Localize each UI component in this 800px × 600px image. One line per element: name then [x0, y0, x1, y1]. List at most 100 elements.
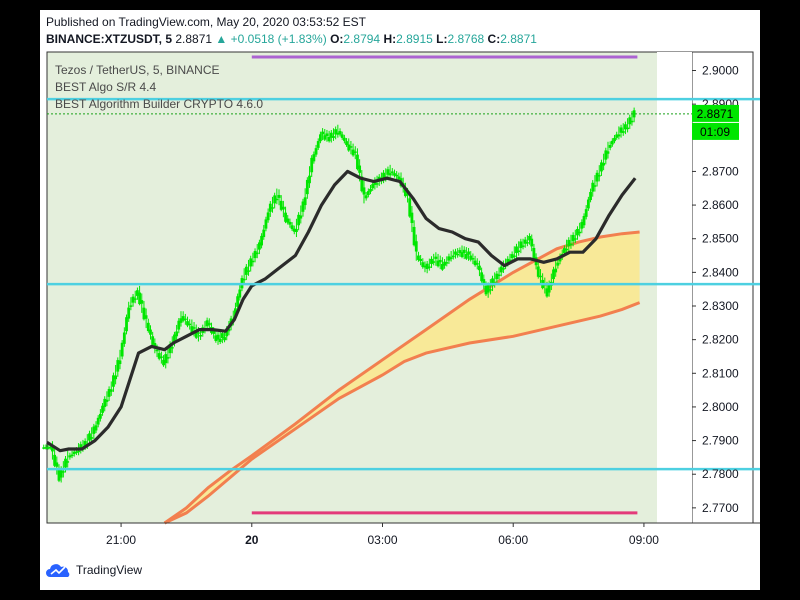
candle-body — [578, 231, 582, 234]
tradingview-logo: TradingView — [46, 562, 142, 578]
candle-body — [613, 137, 616, 142]
price-tick-label: 2.8000 — [702, 400, 739, 414]
candle-body — [512, 255, 516, 258]
candle-body — [438, 259, 442, 263]
candle-body — [532, 247, 536, 259]
candle-body — [369, 188, 372, 192]
candle-body — [321, 131, 324, 135]
candle-body — [199, 335, 202, 337]
candle-body — [218, 338, 222, 342]
candle-body — [432, 261, 436, 263]
candle-body — [197, 332, 200, 334]
candle-body — [419, 258, 423, 262]
candle-body — [591, 182, 595, 192]
candle-body — [608, 144, 612, 148]
candle-body — [595, 172, 599, 182]
candle-body — [312, 154, 316, 162]
candle-body — [236, 296, 240, 307]
price-tick-label: 2.8200 — [702, 333, 739, 347]
candle-body — [626, 127, 629, 130]
candle-body — [602, 162, 606, 166]
candle-body — [127, 307, 131, 319]
candle-body — [515, 246, 518, 254]
candle-body — [77, 450, 80, 453]
candle-body — [586, 199, 590, 209]
legend-symbol: Tezos / TetherUS, 5, BINANCE — [55, 63, 220, 77]
candle-body — [281, 206, 285, 210]
candle-body — [606, 151, 610, 154]
candle-body — [129, 305, 133, 307]
candle-body — [630, 120, 634, 123]
candle-body — [451, 255, 455, 258]
candle-body — [255, 252, 259, 255]
candle-body — [120, 342, 124, 357]
candle-body — [264, 219, 268, 229]
price-tick-label: 2.7700 — [702, 501, 739, 515]
candle-body — [617, 134, 621, 137]
candle-body — [449, 257, 453, 259]
candle-body — [390, 171, 394, 173]
time-tick-label: 03:00 — [367, 533, 397, 547]
price-tick-label: 2.8500 — [702, 232, 739, 246]
time-tick-label: 09:00 — [629, 533, 659, 547]
candle-body — [569, 243, 573, 246]
candle-body — [456, 253, 460, 256]
candle-body — [290, 225, 294, 230]
price-tick-label: 2.8700 — [702, 164, 739, 178]
candle-body — [109, 389, 113, 392]
candle-body — [375, 183, 379, 185]
candle-body — [539, 275, 542, 278]
price-tick-label: 2.7800 — [702, 467, 739, 481]
candle-body — [223, 337, 226, 341]
price-tick-label: 2.7900 — [702, 434, 739, 448]
candle-body — [238, 289, 242, 298]
candle-body — [358, 165, 362, 173]
candle-body — [105, 399, 109, 402]
candle-body — [478, 265, 481, 271]
candle-body — [271, 207, 274, 209]
candle-body — [497, 274, 501, 277]
price-tick-label: 2.8400 — [702, 265, 739, 279]
candle-body — [70, 454, 74, 457]
candle-body — [521, 245, 525, 247]
candle-body — [366, 191, 370, 195]
candle-body — [502, 268, 505, 270]
candle-body — [425, 263, 429, 269]
candle-body — [353, 151, 357, 153]
price-chart[interactable]: 2.90002.89002.87002.86002.85002.84002.83… — [40, 10, 760, 590]
candle-body — [242, 278, 246, 281]
candle-body — [266, 212, 270, 221]
candle-body — [164, 354, 168, 364]
time-tick-label: 20 — [245, 533, 259, 547]
candle-body — [192, 327, 196, 329]
candle-body — [427, 266, 431, 268]
candle-body — [445, 262, 449, 264]
candle-body — [467, 251, 470, 255]
candle-body — [364, 195, 368, 199]
candle-body — [471, 258, 475, 260]
candle-body — [90, 437, 94, 439]
candle-body — [388, 173, 392, 176]
candle-body — [88, 433, 91, 441]
candle-body — [589, 191, 592, 201]
candle-body — [414, 241, 418, 252]
candle-body — [621, 131, 625, 133]
candle-body — [251, 260, 255, 263]
candle-body — [316, 141, 320, 148]
candle-body — [525, 242, 529, 244]
candle-body — [475, 263, 479, 265]
candle-body — [114, 375, 118, 380]
candle-body — [133, 298, 137, 300]
candle-body — [55, 462, 59, 467]
candle-body — [597, 175, 601, 177]
candle-body — [188, 323, 192, 326]
candle-body — [64, 458, 67, 468]
tradingview-cloud-icon — [46, 564, 70, 577]
price-tick-label: 2.9000 — [702, 64, 739, 78]
candle-body — [338, 131, 342, 135]
candle-body — [144, 315, 148, 319]
candle-body — [253, 251, 257, 259]
candle-body — [556, 262, 560, 266]
candle-body — [345, 141, 348, 145]
candle-body — [275, 198, 279, 201]
